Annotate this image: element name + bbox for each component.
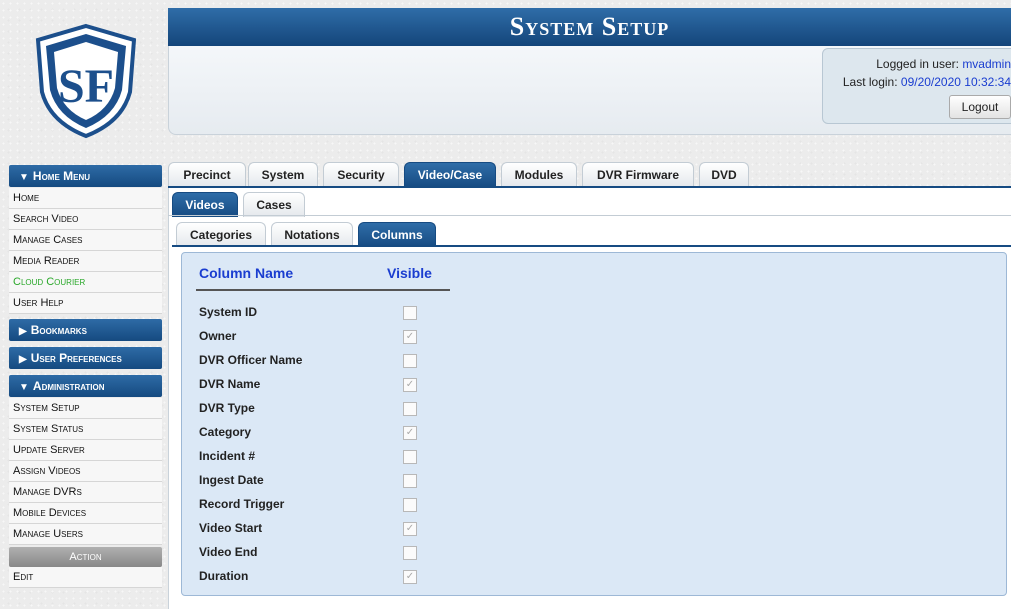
visible-checkbox[interactable] [403, 498, 417, 512]
sidebar-item-search-video[interactable]: Search Video [9, 209, 162, 230]
sub-sub-tab-line [172, 245, 1011, 247]
sidebar-item-user-help[interactable]: User Help [9, 293, 162, 314]
sidebar-item-assign-videos[interactable]: Assign Videos [9, 461, 162, 482]
visible-checkbox[interactable] [403, 354, 417, 368]
checkmark-icon: ✓ [405, 427, 415, 438]
column-row-label: Owner [199, 329, 237, 343]
home-menu-label: Home Menu [32, 169, 91, 183]
checkmark-icon: ✓ [405, 571, 415, 582]
sidebar-item-media-reader[interactable]: Media Reader [9, 251, 162, 272]
home-menu-header[interactable]: ▼ Home Menu [9, 165, 162, 187]
tab-columns[interactable]: Columns [358, 222, 436, 247]
sf-logo: SF [30, 22, 142, 140]
sidebar-item-manage-users[interactable]: Manage Users [9, 524, 162, 545]
visible-checkbox[interactable]: ✓ [403, 330, 417, 344]
sidebar-item-manage-dvrs[interactable]: Manage DVRs [9, 482, 162, 503]
caret-down-icon: ▼ [19, 382, 29, 393]
visible-checkbox[interactable] [403, 546, 417, 560]
visible-checkbox[interactable] [403, 306, 417, 320]
column-row-label: DVR Type [199, 401, 255, 415]
checkmark-icon: ✓ [405, 379, 415, 390]
tab-dvr-firmware[interactable]: DVR Firmware [582, 162, 694, 187]
bookmarks-header[interactable]: ▶ Bookmarks [9, 319, 162, 341]
login-info-box: Logged in user: mvadmin Last login: 09/2… [822, 48, 1011, 124]
visible-checkbox[interactable]: ✓ [403, 570, 417, 584]
last-login-line: Last login: 09/20/2020 10:32:34 [843, 75, 1011, 89]
column-row-label: Video Start [199, 521, 263, 535]
column-row-label: Ingest Date [199, 473, 264, 487]
logo-letters: SF [58, 60, 114, 113]
logged-in-user: mvadmin [962, 57, 1011, 71]
sidebar-item-system-setup[interactable]: System Setup [9, 398, 162, 419]
column-row-label: Duration [199, 569, 249, 583]
caret-right-icon: ▶ [19, 354, 27, 365]
checkmark-icon: ✓ [405, 523, 415, 534]
tab-video-case[interactable]: Video/Case [404, 162, 496, 187]
column-row-label: Record Trigger [199, 497, 285, 511]
tab-videos[interactable]: Videos [172, 192, 238, 217]
sidebar-item-manage-cases[interactable]: Manage Cases [9, 230, 162, 251]
visible-checkbox[interactable]: ✓ [403, 378, 417, 392]
visible-checkbox[interactable]: ✓ [403, 426, 417, 440]
action-header: Action [9, 547, 162, 567]
administration-header[interactable]: ▼ Administration [9, 375, 162, 397]
user-preferences-header[interactable]: ▶ User Preferences [9, 347, 162, 369]
sidebar-item-update-server[interactable]: Update Server [9, 440, 162, 461]
sidebar: ▼ Home Menu Home Search Video Manage Case… [9, 165, 162, 588]
administration-label: Administration [32, 379, 105, 393]
visible-checkbox[interactable] [403, 402, 417, 416]
tab-security[interactable]: Security [323, 162, 399, 187]
columns-panel: Column Name Visible System ID Owner ✓ DVR O… [181, 252, 1007, 596]
checkmark-icon: ✓ [405, 331, 415, 342]
caret-right-icon: ▶ [19, 326, 27, 337]
logout-button[interactable]: Logout [949, 95, 1011, 119]
tab-dvd[interactable]: DVD [699, 162, 749, 187]
caret-down-icon: ▼ [19, 172, 29, 183]
column-row-label: Incident # [199, 449, 256, 463]
sidebar-item-system-status[interactable]: System Status [9, 419, 162, 440]
tab-row-line [168, 186, 1011, 188]
sidebar-item-edit[interactable]: Edit [9, 567, 162, 588]
bookmarks-label: Bookmarks [30, 323, 87, 337]
column-row-label: DVR Officer Name [199, 353, 303, 367]
logged-in-label: Logged in user: [876, 57, 959, 71]
column-row-label: Category [199, 425, 252, 439]
user-preferences-label: User Preferences [30, 351, 122, 365]
last-login-value: 09/20/2020 10:32:34 [900, 75, 1011, 89]
visible-checkbox[interactable] [403, 450, 417, 464]
column-row-label: DVR Name [199, 377, 261, 391]
sidebar-item-mobile-devices[interactable]: Mobile Devices [9, 503, 162, 524]
column-row-label: Video End [199, 545, 258, 559]
sidebar-item-home[interactable]: Home [9, 188, 162, 209]
tab-cases[interactable]: Cases [243, 192, 305, 217]
tab-system[interactable]: System [248, 162, 318, 187]
logged-in-line: Logged in user: mvadmin [876, 57, 1011, 71]
sub-tab-line [168, 215, 1011, 216]
header-rule [196, 289, 450, 291]
tab-precinct[interactable]: Precinct [168, 162, 246, 187]
column-name-header: Column Name [199, 265, 294, 281]
visible-checkbox[interactable]: ✓ [403, 522, 417, 536]
visible-checkbox[interactable] [403, 474, 417, 488]
last-login-label: Last login: [842, 75, 898, 89]
tab-notations[interactable]: Notations [271, 222, 353, 247]
column-row-label: System ID [199, 305, 258, 319]
tab-categories[interactable]: Categories [176, 222, 266, 247]
tab-modules[interactable]: Modules [501, 162, 577, 187]
page-title: System Setup [168, 8, 1011, 46]
sidebar-item-cloud-courier[interactable]: Cloud Courier [9, 272, 162, 293]
visible-header: Visible [387, 265, 432, 281]
